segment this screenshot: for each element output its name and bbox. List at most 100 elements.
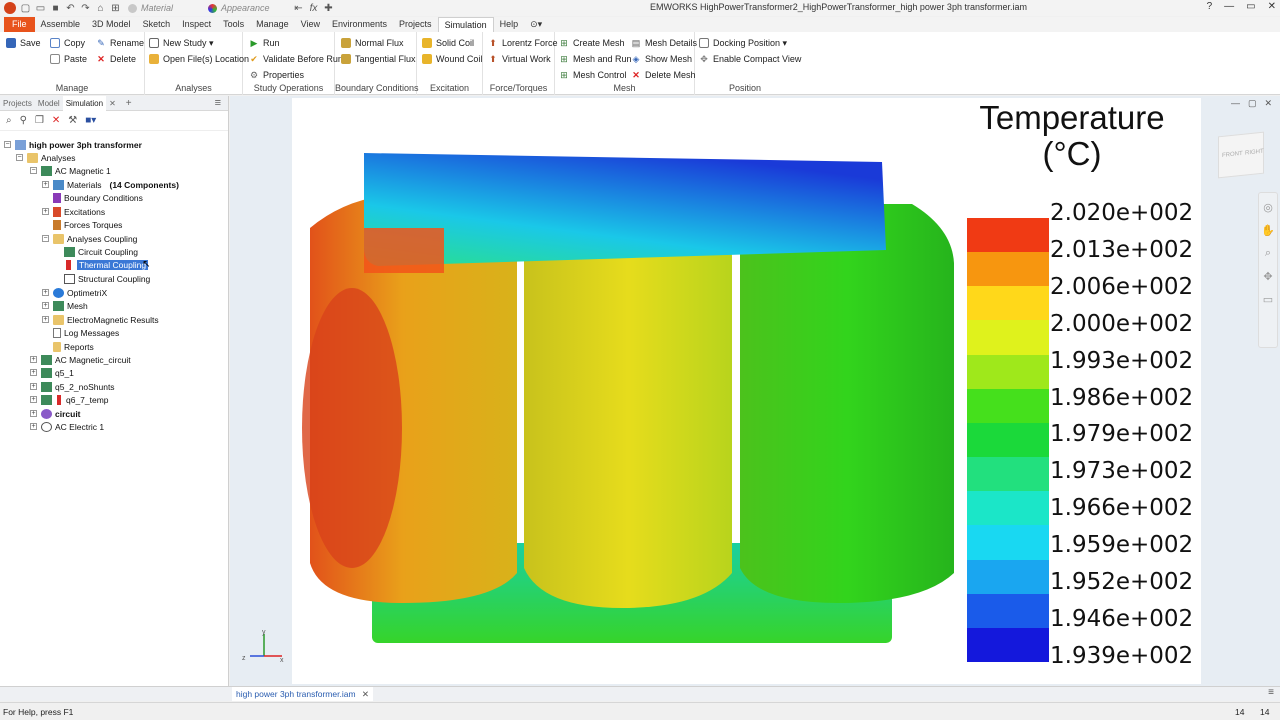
tree-node-ac-electric-1[interactable]: + AC Electric 1	[30, 420, 104, 433]
zoom-icon[interactable]: ⌕	[1259, 247, 1277, 260]
new-study-button[interactable]: New Study ▾	[149, 36, 214, 50]
expand-icon[interactable]: +	[42, 302, 49, 309]
expand-icon[interactable]: +	[30, 396, 37, 403]
view-cube-right[interactable]: RIGHT	[1245, 149, 1264, 157]
tabs-menu-icon[interactable]: ≡	[1268, 687, 1274, 698]
tools-icon[interactable]: ⚒	[68, 115, 77, 126]
mesh-and-run-button[interactable]: ⊞ Mesh and Run	[559, 52, 631, 66]
tab-help[interactable]: Help	[494, 17, 525, 32]
tab-manage[interactable]: Manage	[250, 17, 295, 32]
expand-icon[interactable]: +	[30, 423, 37, 430]
delete-tree-icon[interactable]: ✕	[52, 115, 60, 126]
expand-icon[interactable]: +	[42, 316, 49, 323]
collapse-icon[interactable]: −	[42, 235, 49, 242]
tree-node-q5-2[interactable]: + q5_2_noShunts	[30, 380, 115, 393]
tab-projects-panel[interactable]: Projects	[0, 96, 35, 111]
collapse-icon[interactable]: −	[30, 167, 37, 174]
wound-coil-button[interactable]: Wound Coil	[422, 52, 482, 66]
tab-3d-model[interactable]: 3D Model	[86, 17, 137, 32]
new-file-icon[interactable]: ▢	[20, 3, 31, 14]
delete-button[interactable]: ✕ Delete	[96, 52, 136, 66]
tree-node-excitations[interactable]: + Excitations	[42, 205, 105, 218]
save-icon[interactable]: ■	[50, 3, 61, 14]
properties-button[interactable]: ⚙ Properties	[249, 68, 304, 82]
tree-node-q6-7[interactable]: + q6_7_temp	[30, 393, 109, 406]
move-icon[interactable]: ✚	[323, 3, 334, 14]
full-nav-wheel-icon[interactable]: ◎	[1259, 201, 1277, 214]
search-icon[interactable]: ⌕	[6, 115, 12, 126]
display-dropdown-icon[interactable]: ■▾	[85, 115, 96, 126]
pan-icon[interactable]: ✋	[1259, 224, 1277, 237]
tab-simulation[interactable]: Simulation	[437, 17, 494, 32]
tree-node-analyses[interactable]: − Analyses	[16, 151, 76, 164]
tree-node-structural-coupling[interactable]: Structural Coupling	[64, 272, 150, 285]
transformer-model[interactable]	[302, 153, 954, 643]
collapse-icon[interactable]: −	[4, 141, 11, 148]
app-logo-icon[interactable]	[4, 2, 16, 14]
tree-node-q5-1[interactable]: + q5_1	[30, 366, 74, 379]
tree-node-ac-magnetic-circuit[interactable]: + AC Magnetic_circuit	[30, 353, 131, 366]
tangential-flux-button[interactable]: Tangential Flux	[341, 52, 416, 66]
expand-icon[interactable]: +	[30, 410, 37, 417]
mesh-control-button[interactable]: ⊞ Mesh Control	[559, 68, 626, 82]
restore-button[interactable]: ▭	[1246, 1, 1255, 12]
filter-icon[interactable]: ⚲	[20, 115, 27, 126]
expand-icon[interactable]: +	[30, 356, 37, 363]
viewport-restore-icon[interactable]: ▢	[1248, 98, 1257, 109]
graphics-viewport[interactable]: Temperature (°C) 2.020e+002 2.013e+002 2.0…	[230, 96, 1280, 686]
virtual-work-button[interactable]: ⬆ Virtual Work	[488, 52, 550, 66]
results-plot-area[interactable]: Temperature (°C) 2.020e+002 2.013e+002 2.0…	[292, 98, 1201, 684]
validate-button[interactable]: ✔ Validate Before Run	[249, 52, 343, 66]
document-tab-close-icon[interactable]: ✕	[362, 689, 369, 699]
expand-icon[interactable]: +	[42, 289, 49, 296]
show-mesh-button[interactable]: ◈ Show Mesh	[631, 52, 693, 66]
open-folder-icon[interactable]: ▭	[35, 3, 46, 14]
lorentz-force-button[interactable]: ⬆ Lorentz Force	[488, 36, 557, 50]
tree-node-optimetrix[interactable]: + OptimetriX	[42, 286, 107, 299]
help-icon[interactable]: ?	[1207, 1, 1213, 12]
undo-icon[interactable]: ↶	[65, 3, 76, 14]
collapse-icon[interactable]: −	[16, 154, 23, 161]
appearance-combo[interactable]: Appearance	[205, 2, 289, 14]
select-icon[interactable]: ⊞	[110, 3, 121, 14]
tree-node-ac-magnetic-1[interactable]: − AC Magnetic 1	[30, 164, 111, 177]
create-mesh-button[interactable]: ⊞ Create Mesh	[559, 36, 624, 50]
tree-node-circuit[interactable]: + circuit	[30, 407, 81, 420]
tab-tools[interactable]: Tools	[217, 17, 250, 32]
tree-node-root[interactable]: − high power 3ph transformer	[4, 138, 142, 151]
compact-view-button[interactable]: ✥ Enable Compact View	[699, 52, 801, 66]
expand-icon[interactable]: +	[30, 369, 37, 376]
panel-add-icon[interactable]: +	[123, 96, 135, 111]
look-at-icon[interactable]: ▭	[1259, 293, 1277, 306]
tab-file[interactable]: File	[4, 17, 35, 32]
material-combo[interactable]: Material	[125, 2, 201, 14]
tab-extra-icon[interactable]: ⊙▾	[524, 17, 548, 32]
delete-mesh-button[interactable]: ✕ Delete Mesh	[631, 68, 695, 82]
tree-node-log-messages[interactable]: Log Messages	[53, 326, 119, 339]
fx-icon[interactable]: fx	[308, 3, 319, 14]
tab-sketch[interactable]: Sketch	[137, 17, 177, 32]
tree-node-analyses-coupling[interactable]: − Analyses Coupling	[42, 232, 137, 245]
run-button[interactable]: ▶ Run	[249, 36, 280, 50]
tab-inspect[interactable]: Inspect	[176, 17, 217, 32]
tree-node-reports[interactable]: Reports	[53, 340, 94, 353]
expand-icon[interactable]: +	[30, 383, 37, 390]
view-cube-front[interactable]: FRONT	[1222, 151, 1243, 159]
tree-node-forces-torques[interactable]: Forces Torques	[53, 218, 122, 231]
paste-button[interactable]: Paste	[50, 52, 87, 66]
panel-menu-icon[interactable]: ≡	[212, 96, 224, 111]
mesh-details-button[interactable]: ▤ Mesh Details	[631, 36, 697, 50]
tab-projects[interactable]: Projects	[393, 17, 438, 32]
expand-icon[interactable]: +	[42, 181, 49, 188]
tab-assemble[interactable]: Assemble	[35, 17, 87, 32]
coil-middle[interactable]	[524, 202, 732, 608]
redo-icon[interactable]: ↷	[80, 3, 91, 14]
viewport-minimize-icon[interactable]: —	[1231, 98, 1240, 109]
coil-right[interactable]	[740, 204, 954, 603]
solid-coil-button[interactable]: Solid Coil	[422, 36, 474, 50]
close-button[interactable]: ✕	[1268, 1, 1276, 12]
panel-close-icon[interactable]: ✕	[106, 96, 119, 111]
view-cube[interactable]: FRONT RIGHT	[1218, 131, 1264, 179]
orbit-icon[interactable]: ✥	[1259, 270, 1277, 283]
viewport-close-icon[interactable]: ✕	[1264, 98, 1272, 109]
